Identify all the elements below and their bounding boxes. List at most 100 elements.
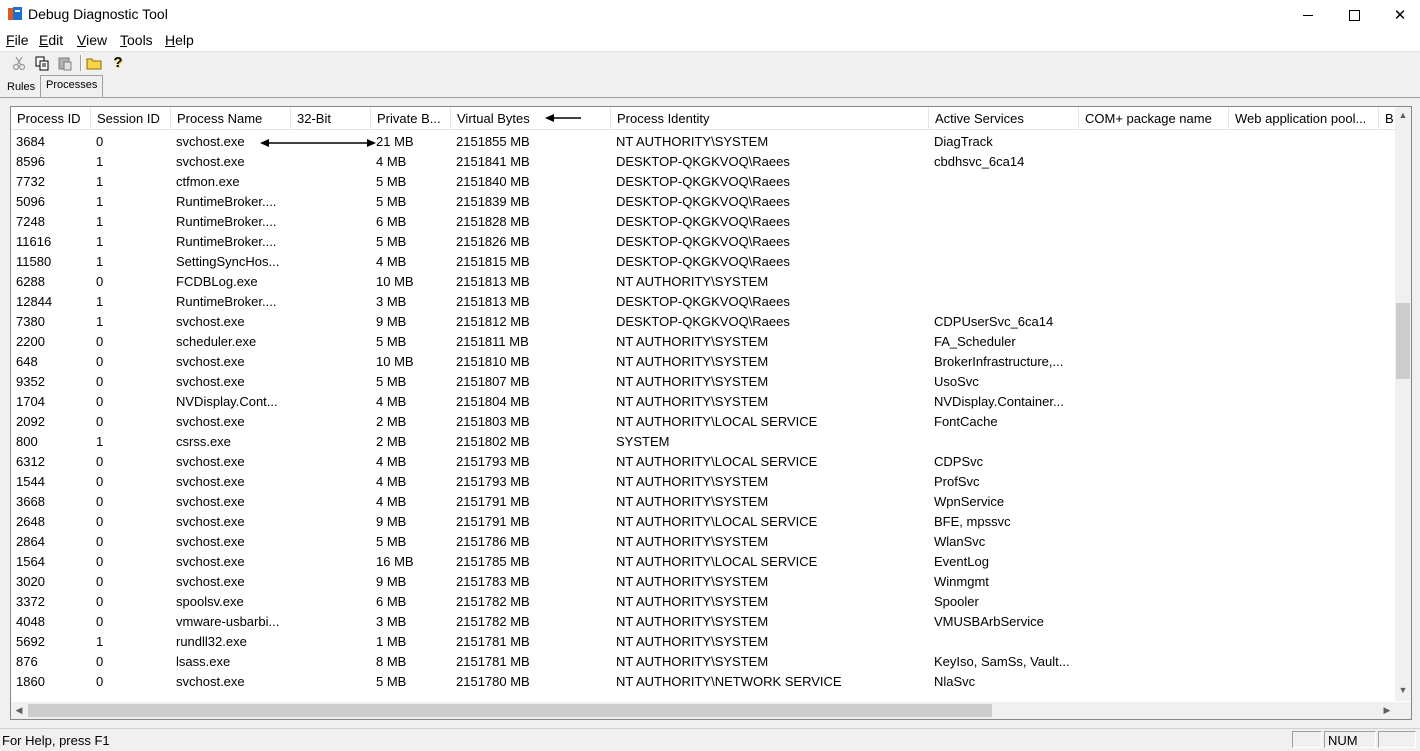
- table-row[interactable]: 2864 0 svchost.exe 5 MB 2151786 MB NT AUTHORI…: [11, 532, 1395, 552]
- menu-edit[interactable]: Edit: [39, 32, 63, 48]
- paste-icon[interactable]: [57, 55, 73, 71]
- vertical-scrollbar[interactable]: ▲ ▼: [1395, 107, 1411, 701]
- table-row[interactable]: 3020 0 svchost.exe 9 MB 2151783 MB NT AUTHORI…: [11, 572, 1395, 592]
- column-header-private-bytes[interactable]: Private B...: [371, 107, 451, 129]
- process-id-cell: 2648: [16, 514, 45, 529]
- table-row[interactable]: 9352 0 svchost.exe 5 MB 2151807 MB NT AUTHORI…: [11, 372, 1395, 392]
- scroll-up-icon[interactable]: ▲: [1395, 110, 1411, 120]
- table-row[interactable]: 1564 0 svchost.exe 16 MB 2151785 MB NT AUTHOR…: [11, 552, 1395, 572]
- virtual-bytes-cell: 2151855 MB: [456, 134, 530, 149]
- minimize-button[interactable]: [1285, 0, 1331, 30]
- table-row[interactable]: 11580 1 SettingSyncHos... 4 MB 2151815 MB DES…: [11, 252, 1395, 272]
- menu-view[interactable]: View: [77, 32, 107, 48]
- table-row[interactable]: 3668 0 svchost.exe 4 MB 2151791 MB NT AUTHORI…: [11, 492, 1395, 512]
- list-header: Process ID Session ID Process Name 32-Bi…: [11, 107, 1409, 130]
- active-services-cell: WlanSvc: [934, 534, 986, 549]
- active-services-cell: UsoSvc: [934, 374, 979, 389]
- table-row[interactable]: 2092 0 svchost.exe 2 MB 2151803 MB NT AUTHORI…: [11, 412, 1395, 432]
- column-header-active-services[interactable]: Active Services: [929, 107, 1079, 129]
- table-row[interactable]: 648 0 svchost.exe 10 MB 2151810 MB NT AUTHORI…: [11, 352, 1395, 372]
- status-num-lock: NUM: [1324, 731, 1376, 748]
- close-button[interactable]: ✕: [1377, 0, 1420, 30]
- help-icon[interactable]: ?: [110, 55, 126, 71]
- private-bytes-cell: 10 MB: [376, 354, 414, 369]
- column-header-process-id[interactable]: Process ID: [11, 107, 91, 129]
- active-services-cell: WpnService: [934, 494, 1005, 509]
- table-row[interactable]: 6312 0 svchost.exe 4 MB 2151793 MB NT AUTHORI…: [11, 452, 1395, 472]
- process-identity-cell: NT AUTHORITY\SYSTEM: [616, 474, 769, 489]
- copy-icon[interactable]: [34, 55, 50, 71]
- session-id-cell: 0: [96, 654, 104, 669]
- table-row[interactable]: 1860 0 svchost.exe 5 MB 2151780 MB NT AUTHORI…: [11, 672, 1395, 692]
- private-bytes-cell: 4 MB: [376, 454, 407, 469]
- process-name-cell: NVDisplay.Cont...: [176, 394, 278, 409]
- tab-rules[interactable]: Rules: [2, 77, 40, 97]
- table-row[interactable]: 5692 1 rundll32.exe 1 MB 2151781 MB NT AUTHOR…: [11, 632, 1395, 652]
- table-row[interactable]: 1544 0 svchost.exe 4 MB 2151793 MB NT AUTHORI…: [11, 472, 1395, 492]
- table-row[interactable]: 7380 1 svchost.exe 9 MB 2151812 MB DESKTOP-QK…: [11, 312, 1395, 332]
- maximize-button[interactable]: [1331, 0, 1377, 30]
- menu-file[interactable]: File: [6, 32, 29, 48]
- tab-processes[interactable]: Processes: [40, 75, 104, 98]
- process-identity-cell: NT AUTHORITY\SYSTEM: [616, 534, 769, 549]
- process-name-cell: lsass.exe: [176, 654, 231, 669]
- column-header-process-name[interactable]: Process Name: [171, 107, 291, 129]
- session-id-cell: 0: [96, 274, 104, 289]
- 32-bit-cell: [291, 492, 371, 512]
- table-row[interactable]: 2648 0 svchost.exe 9 MB 2151791 MB NT AUTHORI…: [11, 512, 1395, 532]
- session-id-cell: 0: [96, 674, 104, 689]
- open-folder-icon[interactable]: [86, 55, 102, 71]
- 32-bit-cell: [291, 612, 371, 632]
- table-row[interactable]: 2200 0 scheduler.exe 5 MB 2151811 MB NT AUTHO…: [11, 332, 1395, 352]
- column-header-com-package[interactable]: COM+ package name: [1079, 107, 1229, 129]
- table-row[interactable]: 1704 0 NVDisplay.Cont... 4 MB 2151804 MB NT A…: [11, 392, 1395, 412]
- session-id-cell: 1: [96, 174, 104, 189]
- session-id-cell: 0: [96, 594, 104, 609]
- column-header-session-id[interactable]: Session ID: [91, 107, 171, 129]
- process-name-cell: FCDBLog.exe: [176, 274, 258, 289]
- scroll-right-icon[interactable]: ▶: [1379, 705, 1395, 716]
- session-id-cell: 1: [96, 234, 104, 249]
- table-row[interactable]: 6288 0 FCDBLog.exe 10 MB 2151813 MB NT AUTHOR…: [11, 272, 1395, 292]
- menu-help[interactable]: Help: [165, 32, 194, 48]
- table-row[interactable]: 800 1 csrss.exe 2 MB 2151802 MB SYSTEM: [11, 432, 1395, 452]
- session-id-cell: 0: [96, 354, 104, 369]
- window-title: Debug Diagnostic Tool: [28, 6, 168, 22]
- column-header-web-app-pool[interactable]: Web application pool...: [1229, 107, 1379, 129]
- process-id-cell: 800: [16, 434, 38, 449]
- table-row[interactable]: 3684 0 svchost.exe 21 MB 2151855 MB NT AUTHOR…: [11, 132, 1395, 152]
- table-row[interactable]: 7732 1 ctfmon.exe 5 MB 2151840 MB DESKTOP-QKG…: [11, 172, 1395, 192]
- process-identity-cell: DESKTOP-QKGKVOQ\Raees: [616, 294, 790, 309]
- table-row[interactable]: 11616 1 RuntimeBroker.... 5 MB 2151826 MB DES…: [11, 232, 1395, 252]
- process-id-cell: 7732: [16, 174, 45, 189]
- table-row[interactable]: 8596 1 svchost.exe 4 MB 2151841 MB DESKTOP-QK…: [11, 152, 1395, 172]
- table-row[interactable]: 4048 0 vmware-usbarbi... 3 MB 2151782 MB NT A…: [11, 612, 1395, 632]
- session-id-cell: 0: [96, 134, 104, 149]
- table-row[interactable]: 876 0 lsass.exe 8 MB 2151781 MB NT AUTHORITY\…: [11, 652, 1395, 672]
- horizontal-scrollbar[interactable]: ◀ ▶: [11, 702, 1395, 719]
- table-row[interactable]: 3372 0 spoolsv.exe 6 MB 2151782 MB NT AUTHORI…: [11, 592, 1395, 612]
- menu-tools[interactable]: Tools: [120, 32, 153, 48]
- scroll-down-icon[interactable]: ▼: [1395, 685, 1411, 695]
- process-name-cell: RuntimeBroker....: [176, 214, 277, 229]
- private-bytes-cell: 6 MB: [376, 594, 407, 609]
- process-identity-cell: NT AUTHORITY\SYSTEM: [616, 494, 769, 509]
- scroll-left-icon[interactable]: ◀: [11, 705, 27, 716]
- private-bytes-cell: 5 MB: [376, 534, 407, 549]
- table-row[interactable]: 5096 1 RuntimeBroker.... 5 MB 2151839 MB DESK…: [11, 192, 1395, 212]
- process-id-cell: 8596: [16, 154, 45, 169]
- active-services-cell: DiagTrack: [934, 134, 993, 149]
- table-row[interactable]: 12844 1 RuntimeBroker.... 3 MB 2151813 MB DES…: [11, 292, 1395, 312]
- column-header-virtual-bytes[interactable]: Virtual Bytes: [451, 107, 611, 129]
- cut-icon[interactable]: [11, 55, 27, 71]
- active-services-cell: [929, 632, 1079, 652]
- horizontal-scroll-thumb[interactable]: [28, 704, 992, 717]
- column-header-32-bit[interactable]: 32-Bit: [291, 107, 371, 129]
- table-row[interactable]: 7248 1 RuntimeBroker.... 6 MB 2151828 MB DESK…: [11, 212, 1395, 232]
- process-list[interactable]: Process ID Session ID Process Name 32-Bi…: [10, 106, 1412, 720]
- vertical-scroll-thumb[interactable]: [1396, 303, 1410, 379]
- column-header-process-identity[interactable]: Process Identity: [611, 107, 929, 129]
- process-identity-cell: NT AUTHORITY\SYSTEM: [616, 354, 769, 369]
- process-identity-cell: NT AUTHORITY\SYSTEM: [616, 374, 769, 389]
- private-bytes-cell: 5 MB: [376, 234, 407, 249]
